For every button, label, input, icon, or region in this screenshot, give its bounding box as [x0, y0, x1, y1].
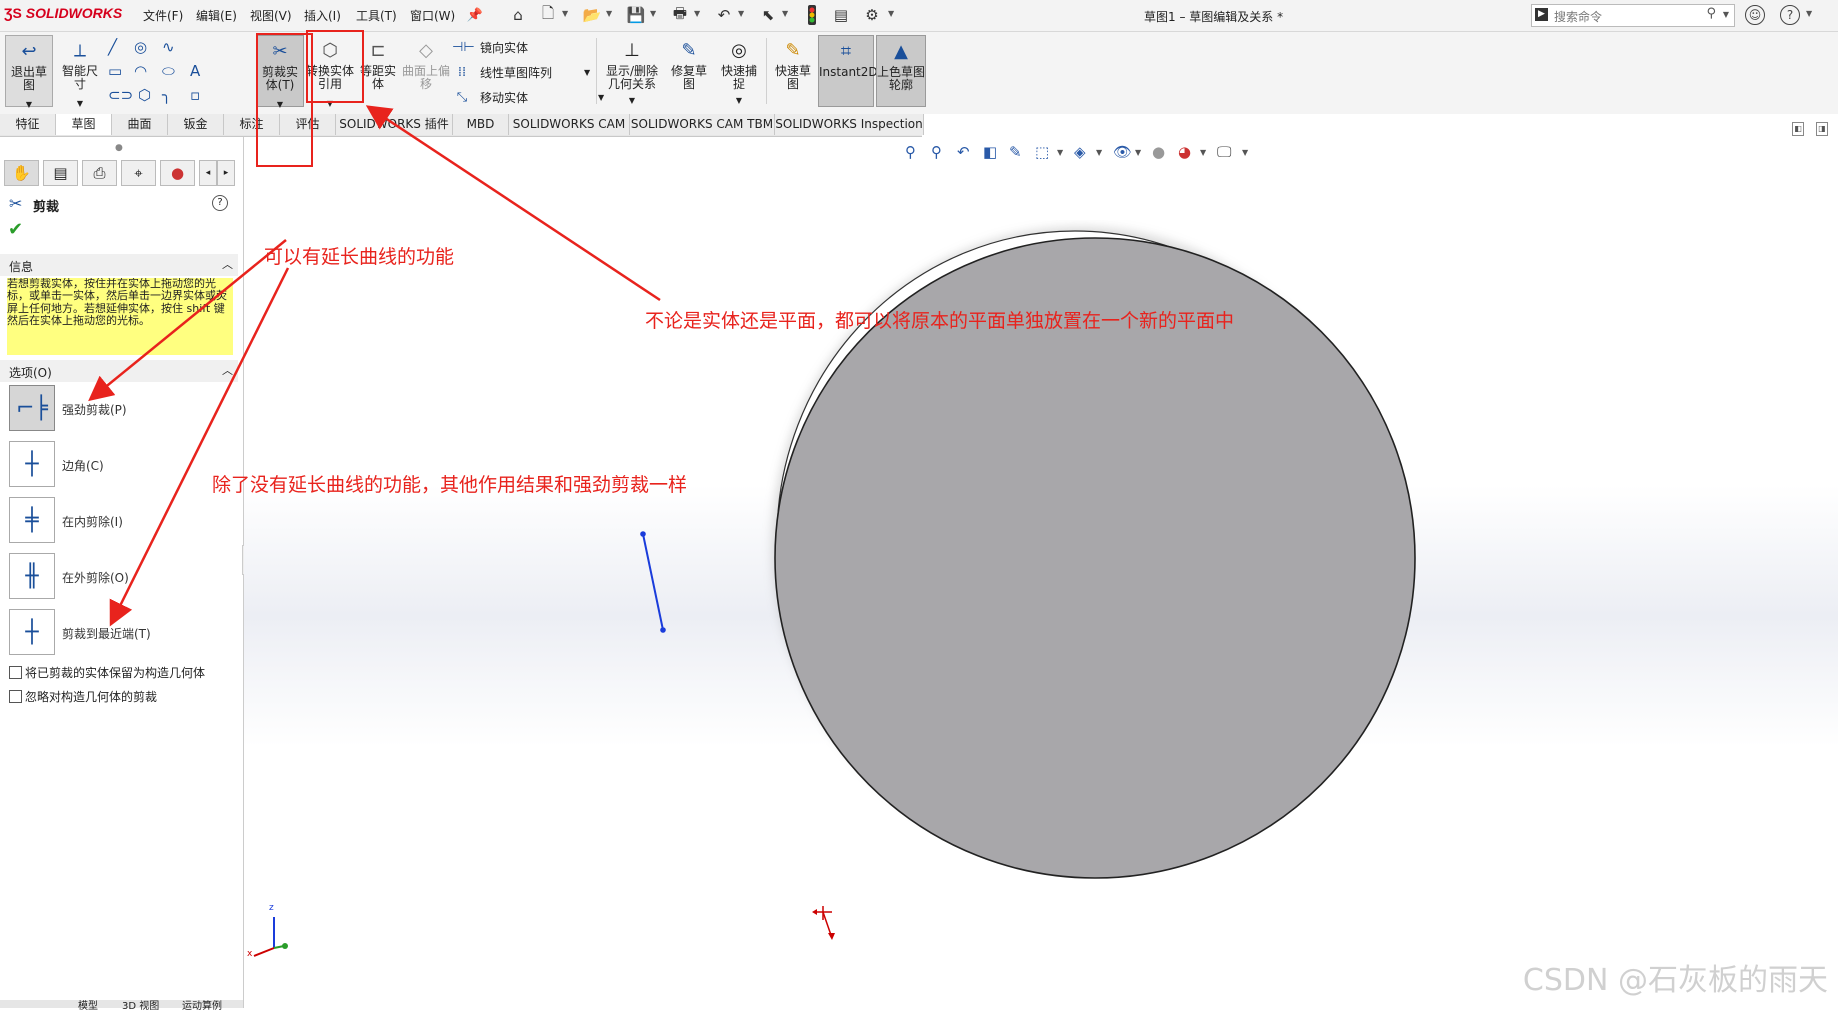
arrow-to-trim-closest [109, 267, 290, 627]
arrow-to-convert-entities [365, 105, 661, 302]
annotation-no-extend: 除了没有延长曲线的功能，其他作用结果和强劲剪裁一样 [212, 474, 688, 496]
csdn-watermark: CSDN @石灰板的雨天 [1522, 963, 1828, 998]
annotation-arrows [88, 105, 661, 627]
arrow-to-power-trim [88, 239, 287, 402]
annotation-extend-curves: 可以有延长曲线的功能 [264, 246, 455, 268]
annotation-convert-entities: 不论是实体还是平面，都可以将原本的平面单独放置在一个新的平面中 [645, 310, 1235, 332]
